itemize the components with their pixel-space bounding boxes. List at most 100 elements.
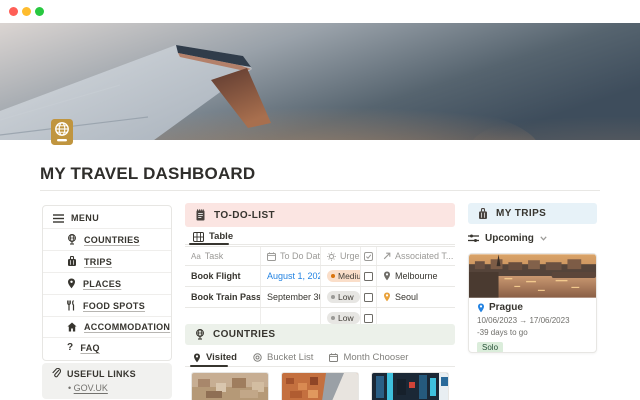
chevron-down-icon: [540, 236, 547, 241]
location-pin-icon-orange: [383, 292, 391, 302]
useful-link-govuk[interactable]: • GOV.UK: [68, 383, 162, 393]
trip-name: Prague: [489, 302, 523, 313]
paperclip-icon: [52, 368, 61, 379]
window-zoom-button[interactable]: [35, 7, 44, 16]
target-icon: [253, 353, 262, 362]
title-divider: [40, 190, 600, 191]
my-trips-title: MY TRIPS: [496, 208, 546, 219]
associated-cell[interactable]: Seoul: [377, 287, 455, 307]
tab-visited[interactable]: Visited: [193, 352, 237, 363]
gallery-card-2[interactable]: [281, 372, 359, 400]
todo-view-tab-table[interactable]: Table: [193, 231, 233, 242]
sidebar-item-accommodation[interactable]: ACCOMMODATION: [43, 317, 171, 338]
sidebar-item-countries[interactable]: COUNTRIES: [43, 229, 171, 251]
sidebar-item-label: COUNTRIES: [84, 235, 140, 245]
table-header-row: Aa Task To Do Date Urgency: [185, 246, 455, 266]
relation-arrow-icon: [383, 252, 391, 260]
window-minimize-button[interactable]: [22, 7, 31, 16]
my-trips-header: MY TRIPS: [468, 203, 597, 224]
sliders-icon: [468, 234, 479, 243]
task-cell[interactable]: Book Flight: [191, 271, 241, 281]
page-emoji-passport-icon[interactable]: [48, 118, 76, 146]
pill-label: Low: [338, 292, 354, 302]
cover-image[interactable]: [0, 23, 640, 140]
globe-icon: [67, 234, 77, 245]
notepad-icon: [195, 209, 206, 221]
airplane-wing-cover-art: [0, 23, 640, 140]
column-header-task[interactable]: Aa Task: [185, 247, 261, 265]
row-checkbox[interactable]: [364, 293, 373, 302]
column-header-date[interactable]: To Do Date: [261, 247, 321, 265]
todo-list-title: TO-DO-LIST: [214, 210, 275, 221]
sidebar-item-label: FOOD SPOTS: [83, 301, 145, 311]
gallery-card-3[interactable]: [371, 372, 449, 400]
useful-links-header: USEFUL LINKS: [52, 368, 162, 379]
useful-link-label: GOV.UK: [74, 383, 108, 393]
associated-label: Seoul: [395, 292, 418, 302]
active-tab-underline: [189, 243, 229, 245]
house-icon: [67, 322, 77, 332]
luggage-icon: [478, 208, 488, 220]
countries-title: COUNTRIES: [213, 329, 276, 340]
date-cell[interactable]: August 1, 2023: [267, 271, 321, 281]
trip-card-body: Prague 10/06/2023 → 17/06/2023 -39 days …: [469, 298, 596, 353]
table-tab-label: Table: [209, 231, 233, 242]
trip-card-prague[interactable]: Prague 10/06/2023 → 17/06/2023 -39 days …: [468, 253, 597, 353]
window-titlebar: [0, 0, 640, 23]
urgency-pill-low[interactable]: Low: [327, 291, 360, 303]
location-pin-icon-blue: [477, 303, 485, 313]
column-label: Task: [205, 251, 224, 261]
associated-cell[interactable]: Melbourne: [377, 266, 455, 286]
column-header-checkbox[interactable]: [361, 247, 377, 265]
pill-label: Low: [338, 313, 354, 323]
table-row[interactable]: Book Train Pass September 30, 2023 Low S…: [185, 287, 455, 308]
sidebar-item-food-spots[interactable]: FOOD SPOTS: [43, 295, 171, 317]
task-cell[interactable]: Book Train Pass: [191, 292, 261, 302]
countries-view-tabs: Visited Bucket List Month Chooser: [193, 352, 408, 363]
prague-photo: [469, 254, 596, 298]
tab-label: Visited: [206, 352, 237, 363]
sidebar-menu-card: MENU COUNTRIES TRIPS PLACES FOOD SPOTS: [42, 205, 172, 361]
checkbox-property-icon: [364, 252, 373, 261]
table-row[interactable]: Book Flight August 1, 2023 Medium Melbou…: [185, 266, 455, 287]
date-text: August 1, 2023: [267, 271, 321, 281]
tab-month-chooser[interactable]: Month Chooser: [329, 352, 408, 363]
map-pin-icon: [67, 278, 76, 289]
useful-links-title: USEFUL LINKS: [67, 369, 136, 379]
countries-header: COUNTRIES: [185, 324, 455, 345]
column-header-urgency[interactable]: Urgency: [321, 247, 361, 265]
sidebar-item-places[interactable]: PLACES: [43, 273, 171, 295]
column-label: Associated T...: [395, 251, 453, 261]
sidebar-item-label: FAQ: [80, 343, 99, 353]
luggage-icon: [67, 256, 77, 267]
sidebar-item-trips[interactable]: TRIPS: [43, 251, 171, 273]
countries-gallery: [191, 372, 449, 400]
countries-active-tab-underline: [190, 365, 228, 367]
row-checkbox[interactable]: [364, 314, 373, 323]
pill-label: Medium: [338, 271, 361, 281]
date-cell[interactable]: September 30, 2023: [267, 292, 321, 302]
gallery-card-1[interactable]: [191, 372, 269, 400]
menu-header: MENU: [43, 208, 171, 229]
column-header-associated[interactable]: Associated T...: [377, 247, 455, 265]
urgency-pill-low[interactable]: Low: [327, 312, 360, 324]
tab-bucket-list[interactable]: Bucket List: [253, 352, 313, 363]
column-label: To Do Date: [280, 251, 321, 261]
globe-icon: [195, 329, 205, 340]
sidebar-item-faq[interactable]: ? FAQ: [43, 338, 171, 358]
window-close-button[interactable]: [9, 7, 18, 16]
tab-label: Bucket List: [267, 352, 313, 363]
trips-view-selector[interactable]: Upcoming: [468, 233, 547, 244]
todo-list-header: TO-DO-LIST: [185, 203, 455, 227]
todo-table: Aa Task To Do Date Urgency: [185, 246, 455, 329]
sidebar-item-label: PLACES: [83, 279, 121, 289]
tab-label: Month Chooser: [343, 352, 408, 363]
notion-travel-dashboard: MY TRAVEL DASHBOARD MENU COUNTRIES TRIPS: [0, 0, 640, 400]
pill-dot: [331, 316, 335, 320]
associated-label: Melbourne: [395, 271, 438, 281]
urgency-pill-medium[interactable]: Medium: [327, 270, 361, 282]
row-checkbox[interactable]: [364, 272, 373, 281]
menu-title: MENU: [71, 213, 99, 223]
trips-view-label: Upcoming: [485, 233, 534, 244]
useful-links-card: USEFUL LINKS • GOV.UK: [42, 363, 172, 399]
